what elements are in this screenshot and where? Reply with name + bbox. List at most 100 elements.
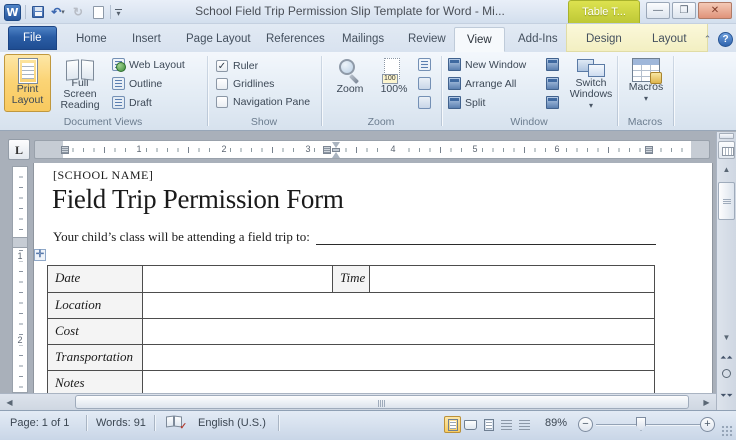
table-cell-input[interactable] <box>143 266 333 292</box>
reset-window-position-button[interactable] <box>546 94 559 111</box>
web-layout-button[interactable]: Web Layout <box>112 56 185 73</box>
close-button[interactable]: ✕ <box>698 2 732 19</box>
new-document-button[interactable] <box>90 4 106 20</box>
tab-layout[interactable]: Layout <box>640 27 699 52</box>
document-page[interactable]: [SCHOOL NAME] Field Trip Permission Form… <box>33 163 713 393</box>
table-cell-label[interactable]: Date <box>48 266 143 292</box>
save-button[interactable] <box>30 4 46 20</box>
minimize-button[interactable]: — <box>646 2 670 19</box>
window-resize-grip[interactable] <box>721 425 733 437</box>
intro-line[interactable]: Your child’s class will be attending a f… <box>53 229 656 245</box>
tab-stop-selector[interactable]: L <box>8 139 30 160</box>
zoom-slider-thumb[interactable] <box>636 417 646 431</box>
table-column-marker[interactable] <box>645 146 653 154</box>
collapse-ribbon-button[interactable]: ⌃ <box>700 32 715 47</box>
table-column-marker[interactable] <box>61 146 69 154</box>
tab-add-ins[interactable]: Add-Ins <box>506 27 570 52</box>
maximize-button[interactable]: ❐ <box>672 2 696 19</box>
scroll-down-arrow[interactable]: ▼ <box>718 330 735 345</box>
switch-windows-button[interactable]: Switch Windows ▾ <box>568 54 614 112</box>
scroll-right-arrow[interactable]: ▶ <box>699 395 714 409</box>
zoom-slider-track[interactable] <box>596 424 704 426</box>
ruler-number: 6 <box>551 144 563 155</box>
table-cell-label[interactable]: Notes <box>48 371 143 393</box>
word-app-icon[interactable]: W <box>4 4 21 21</box>
table-cell-label[interactable]: Cost <box>48 319 143 344</box>
zoom-out-button[interactable]: − <box>578 417 593 432</box>
undo-button[interactable]: ↶▾ <box>50 4 66 20</box>
zoom-button[interactable]: Zoom <box>330 54 370 112</box>
zoom-in-button[interactable]: + <box>700 417 715 432</box>
synchronous-scrolling-button[interactable] <box>546 75 559 92</box>
one-page-button[interactable] <box>418 56 431 73</box>
tab-insert[interactable]: Insert <box>120 27 173 52</box>
table-cell-input[interactable] <box>370 266 654 292</box>
horizontal-scrollbar[interactable]: ◀ ▶ <box>0 393 716 410</box>
school-name-text[interactable]: [SCHOOL NAME] <box>53 168 153 183</box>
word-count[interactable]: Words: 91 <box>96 417 146 429</box>
print-layout-button[interactable]: Print Layout <box>4 54 51 112</box>
two-pages-button[interactable] <box>418 75 431 92</box>
next-page-button[interactable]: ⏷⏷ <box>718 388 735 404</box>
ruler-toggle-button[interactable] <box>718 141 735 159</box>
macros-button[interactable]: Macros ▾ <box>623 54 669 112</box>
table-cell-label[interactable]: Location <box>48 293 143 318</box>
tab-home[interactable]: Home <box>64 27 119 52</box>
document-heading[interactable]: Field Trip Permission Form <box>52 184 344 215</box>
vertical-scrollbar[interactable]: ▲ ▼ ⏶⏶ ⏷⏷ <box>716 132 736 410</box>
tab-mailings[interactable]: Mailings <box>330 27 396 52</box>
zoom-percent[interactable]: 89% <box>545 417 567 429</box>
page-width-button[interactable] <box>418 94 431 111</box>
table-cell-input[interactable] <box>143 345 654 370</box>
tab-file[interactable]: File <box>8 26 57 50</box>
scroll-left-arrow[interactable]: ◀ <box>2 395 17 409</box>
status-print-layout-button[interactable] <box>444 416 461 433</box>
permission-table[interactable]: Date Time Location Cost Transportation N… <box>47 265 655 393</box>
table-column-marker[interactable] <box>323 146 331 154</box>
undo-icon: ↶ <box>51 5 61 19</box>
status-outline-button[interactable] <box>498 416 515 433</box>
tab-view[interactable]: View <box>454 27 505 52</box>
scroll-up-arrow[interactable]: ▲ <box>718 162 735 177</box>
status-full-screen-button[interactable] <box>462 416 479 433</box>
customize-qat-button[interactable]: ▾ <box>115 9 122 16</box>
table-cell-input[interactable] <box>143 293 654 318</box>
horizontal-scroll-thumb[interactable] <box>75 395 689 409</box>
select-browse-object-button[interactable] <box>718 368 735 384</box>
table-cell-label[interactable]: Transportation <box>48 345 143 370</box>
spell-check-icon[interactable] <box>166 415 184 429</box>
view-side-by-side-button[interactable] <box>546 56 559 73</box>
table-cell-input[interactable] <box>143 371 654 393</box>
language-indicator[interactable]: English (U.S.) <box>198 417 266 429</box>
status-draft-button[interactable] <box>516 416 533 433</box>
zoom-100-button[interactable]: 100 100% <box>374 54 414 112</box>
ruler-checkbox[interactable]: ✓Ruler <box>216 58 258 74</box>
draft-button[interactable]: Draft <box>112 94 152 111</box>
page-count[interactable]: Page: 1 of 1 <box>10 417 69 429</box>
split-button[interactable]: Split <box>448 94 485 111</box>
indent-marker[interactable] <box>332 142 341 158</box>
gridlines-checkbox[interactable]: Gridlines <box>216 76 274 92</box>
two-pages-icon <box>418 77 431 90</box>
previous-page-button[interactable]: ⏶⏶ <box>718 350 735 366</box>
table-cell-label[interactable]: Time <box>333 266 370 292</box>
arrange-all-button[interactable]: Arrange All <box>448 75 516 92</box>
table-cell-input[interactable] <box>143 319 654 344</box>
fill-in-blank-line[interactable] <box>316 231 656 245</box>
vertical-ruler[interactable]: 1 2 <box>12 166 28 393</box>
tab-references[interactable]: References <box>254 27 337 52</box>
tab-page-layout[interactable]: Page Layout <box>174 27 263 52</box>
vertical-scroll-thumb[interactable] <box>718 182 735 220</box>
split-pane-handle[interactable] <box>719 133 734 139</box>
outline-button[interactable]: Outline <box>112 75 162 92</box>
help-button[interactable]: ? <box>718 32 733 47</box>
tab-design[interactable]: Design <box>574 27 634 52</box>
redo-button[interactable]: ↻ <box>70 4 86 20</box>
new-window-button[interactable]: New Window <box>448 56 526 73</box>
table-move-handle-icon[interactable]: ✛ <box>34 249 46 261</box>
horizontal-ruler[interactable]: 1 2 3 4 5 6 <box>34 140 710 159</box>
tab-review[interactable]: Review <box>396 27 458 52</box>
navigation-pane-checkbox[interactable]: Navigation Pane <box>216 94 310 110</box>
status-web-layout-button[interactable] <box>480 416 497 433</box>
full-screen-reading-button[interactable]: Full Screen Reading <box>54 54 106 112</box>
